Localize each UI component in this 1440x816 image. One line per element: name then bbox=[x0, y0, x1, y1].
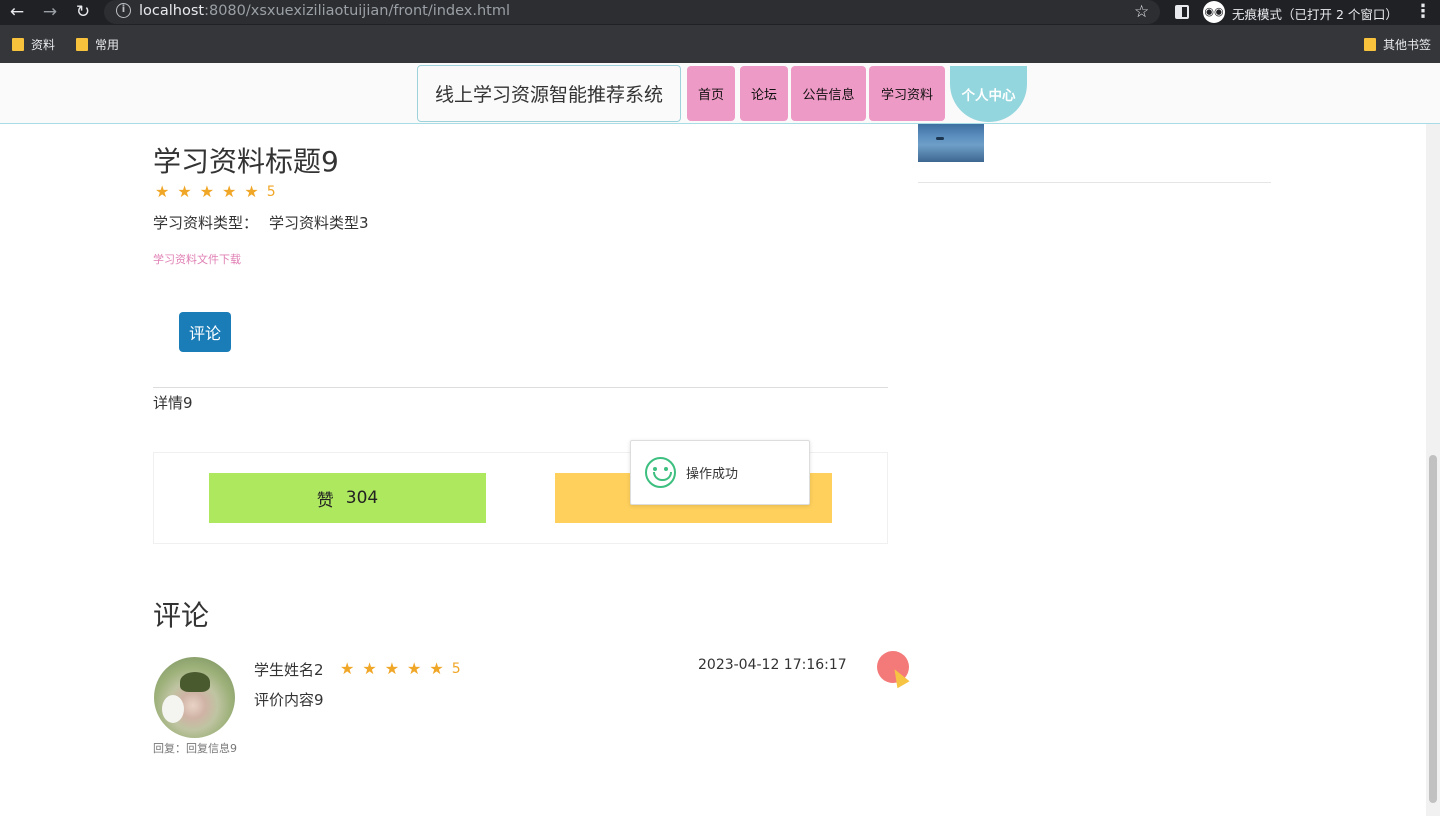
comment-content: 评价内容9 bbox=[254, 691, 324, 709]
star-icon: ★ bbox=[362, 659, 377, 678]
avatar bbox=[154, 657, 235, 738]
nav-profile[interactable]: 个人中心 bbox=[950, 66, 1027, 122]
folder-icon bbox=[12, 38, 24, 51]
browser-menu-icon[interactable]: ⋮ bbox=[1414, 1, 1432, 22]
resource-type-value: 学习资料类型3 bbox=[269, 214, 369, 232]
smile-icon bbox=[645, 457, 676, 488]
browser-toolbar: ← → ↻ i localhost:8080/xsxuexiziliaotuij… bbox=[0, 0, 1440, 25]
download-link[interactable]: 学习资料文件下载 bbox=[153, 251, 241, 267]
address-bar[interactable]: i localhost:8080/xsxuexiziliaotuijian/fr… bbox=[104, 0, 1160, 24]
resource-title: 学习资料标题9 bbox=[153, 145, 339, 178]
folder-icon bbox=[1364, 38, 1376, 51]
comment-button[interactable]: 评论 bbox=[179, 312, 231, 352]
star-icon: ★ bbox=[429, 659, 444, 678]
site-navbar: 线上学习资源智能推荐系统 首页 论坛 公告信息 学习资料 个人中心 bbox=[0, 63, 1440, 124]
star-icon: ★ bbox=[244, 182, 259, 201]
scrollbar-thumb[interactable] bbox=[1429, 455, 1437, 803]
comment-rating: ★ ★ ★ ★ ★ 5 bbox=[340, 659, 461, 678]
resource-detail: 详情9 bbox=[153, 394, 193, 412]
bookmarks-bar: 资料 常用 其他书签 bbox=[0, 25, 1440, 63]
bookmark-label: 其他书签 bbox=[1383, 38, 1432, 52]
side-panel-icon[interactable] bbox=[1175, 5, 1189, 19]
recommended-thumbnail[interactable] bbox=[918, 124, 984, 162]
star-icon: ★ bbox=[199, 182, 215, 201]
forward-icon[interactable]: → bbox=[39, 2, 61, 22]
like-button[interactable]: 赞 304 bbox=[209, 473, 486, 523]
content-divider bbox=[153, 387, 888, 388]
page-scrollbar[interactable] bbox=[1426, 124, 1440, 816]
rating-value: 5 bbox=[451, 660, 461, 677]
star-icon: ★ bbox=[222, 182, 237, 201]
bookmark-folder-ziliao[interactable]: 资料 bbox=[12, 36, 55, 53]
rating-value: 5 bbox=[266, 183, 276, 200]
comment-reply: 回复：回复信息9 bbox=[153, 742, 237, 755]
resource-rating: ★ ★ ★ ★ ★ 5 bbox=[155, 182, 276, 201]
star-icon: ★ bbox=[177, 182, 192, 201]
url-text[interactable]: localhost:8080/xsxuexiziliaotuijian/fron… bbox=[139, 3, 510, 19]
url-host: localhost bbox=[139, 3, 205, 19]
bookmark-folder-changyong[interactable]: 常用 bbox=[76, 36, 119, 53]
comment-author: 学生姓名2 bbox=[254, 661, 324, 679]
nav-forum[interactable]: 论坛 bbox=[740, 66, 788, 121]
star-icon: ★ bbox=[407, 659, 422, 678]
comments-heading: 评论 bbox=[153, 599, 210, 632]
folder-icon bbox=[76, 38, 88, 51]
like-label: 赞 bbox=[316, 490, 334, 511]
incognito-label[interactable]: 无痕模式（已打开 2 个窗口） bbox=[1232, 4, 1398, 23]
bookmark-label: 资料 bbox=[31, 38, 56, 52]
nav-announcements[interactable]: 公告信息 bbox=[791, 66, 866, 121]
star-icon: ★ bbox=[340, 659, 355, 678]
toast-message: 操作成功 bbox=[686, 467, 739, 482]
resource-type: 学习资料类型： 学习资料类型3 bbox=[153, 212, 380, 233]
reload-icon[interactable]: ↻ bbox=[72, 2, 94, 22]
comment-timestamp: 2023-04-12 17:16:17 bbox=[698, 657, 847, 673]
star-icon: ★ bbox=[384, 659, 400, 678]
info-icon[interactable]: i bbox=[116, 3, 131, 18]
bookmark-star-icon[interactable]: ☆ bbox=[1134, 2, 1149, 22]
back-icon[interactable]: ← bbox=[6, 2, 28, 22]
url-path: :8080/xsxuexiziliaotuijian/front/index.h… bbox=[204, 3, 511, 19]
like-count: 304 bbox=[345, 488, 379, 508]
nav-study-materials[interactable]: 学习资料 bbox=[869, 66, 945, 121]
nav-home[interactable]: 首页 bbox=[687, 66, 735, 121]
success-toast: 操作成功 bbox=[630, 440, 810, 505]
site-title[interactable]: 线上学习资源智能推荐系统 bbox=[417, 65, 681, 122]
bookmark-folder-other[interactable]: 其他书签 bbox=[1364, 36, 1431, 53]
sidebar-divider bbox=[918, 182, 1271, 183]
bookmark-label: 常用 bbox=[95, 38, 120, 52]
incognito-icon[interactable]: ◉◉ bbox=[1203, 1, 1225, 23]
star-icon: ★ bbox=[155, 182, 170, 201]
resource-type-label: 学习资料类型： bbox=[153, 214, 259, 232]
